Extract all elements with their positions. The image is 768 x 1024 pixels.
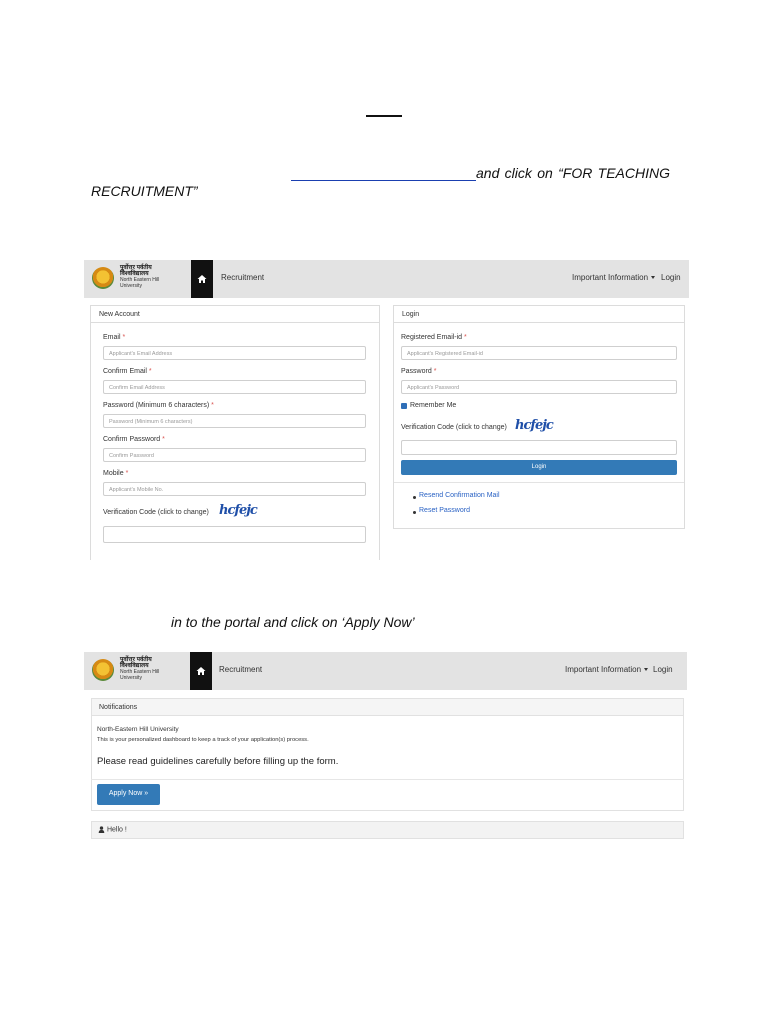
university-logo-text: पूर्वोत्तर पर्वतीय विश्वविद्यालय North E… <box>120 657 160 681</box>
guideline-text: Please read guidelines carefully before … <box>97 756 339 767</box>
nav-login[interactable]: Login <box>661 273 681 282</box>
nav-important-information[interactable]: Important Information <box>565 665 649 674</box>
reset-password-link[interactable]: Reset Password <box>419 507 470 514</box>
home-button[interactable] <box>191 260 213 298</box>
login-button[interactable]: Login <box>401 460 677 475</box>
navbar: पूर्वोत्तर पर्वतीय विश्वविद्यालय North E… <box>84 260 689 298</box>
apply-now-button[interactable]: Apply Now » <box>97 784 160 805</box>
divider <box>394 482 684 483</box>
nav-recruitment[interactable]: Recruitment <box>219 665 262 674</box>
caret-down-icon <box>644 668 649 672</box>
instruction-1: and click on “FOR TEACHING <box>476 165 670 181</box>
instruction-1-continued: RECRUITMENT” <box>91 183 198 199</box>
email-label: Email * <box>103 334 126 341</box>
login-password-input[interactable]: Applicant's Password <box>401 380 677 394</box>
login-heading: Login <box>394 306 684 323</box>
nav-important-information[interactable]: Important Information <box>572 273 656 282</box>
login-screenshot: पूर्वोत्तर पर्वतीय विश्वविद्यालय North E… <box>84 260 689 560</box>
university-seal-icon <box>92 267 114 289</box>
login-password-label: Password * <box>401 368 437 375</box>
dashboard-screenshot: पूर्वोत्तर पर्वतीय विश्वविद्यालय North E… <box>84 652 687 842</box>
confirm-email-input[interactable]: Confirm Email Address <box>103 380 366 394</box>
login-verification-input[interactable] <box>401 440 677 455</box>
university-name: North-Eastern Hill University <box>97 726 179 733</box>
mobile-input[interactable]: Applicant's Mobile No. <box>103 482 366 496</box>
mobile-label: Mobile * <box>103 470 129 477</box>
bullet <box>413 511 416 514</box>
hello-text: Hello ! <box>106 826 127 834</box>
resend-confirmation-link[interactable]: Resend Confirmation Mail <box>419 492 500 499</box>
home-icon <box>196 667 206 675</box>
caret-down-icon <box>651 276 656 280</box>
double-chevron-right-icon: » <box>144 790 149 797</box>
registered-email-input[interactable]: Applicant's Registered Email-id <box>401 346 677 360</box>
confirm-password-label: Confirm Password * <box>103 436 165 443</box>
new-account-panel: New Account Email * Applicant's Email Ad… <box>90 305 380 560</box>
home-icon <box>197 275 207 283</box>
hello-bar: Hello ! <box>91 821 684 839</box>
instruction-2: in to the portal and click on ‘Apply Now… <box>171 614 415 630</box>
divider <box>91 779 684 780</box>
nav-recruitment[interactable]: Recruitment <box>221 273 264 282</box>
nav-login[interactable]: Login <box>653 665 673 674</box>
verification-label: Verification Code (click to change) <box>103 509 209 516</box>
remember-me-label: Remember Me <box>410 402 457 409</box>
login-captcha-image[interactable]: hcfejc <box>515 418 554 433</box>
university-seal-icon <box>92 659 114 681</box>
login-verification-label: Verification Code (click to change) <box>401 424 507 431</box>
navbar: पूर्वोत्तर पर्वतीय विश्वविद्यालय North E… <box>84 652 687 690</box>
captcha-image[interactable]: hcfejc <box>219 503 258 518</box>
remember-me-checkbox[interactable] <box>401 403 407 409</box>
university-logo-text: पूर्वोत्तर पर्वतीय विश्वविद्यालय North E… <box>120 265 160 289</box>
home-button[interactable] <box>190 652 212 690</box>
hyperlink-underline[interactable] <box>291 180 476 181</box>
notifications-heading: Notifications <box>91 698 684 716</box>
confirm-email-label: Confirm Email * <box>103 368 152 375</box>
bullet <box>413 496 416 499</box>
login-panel: Login Registered Email-id * Applicant's … <box>393 305 685 529</box>
email-input[interactable]: Applicant's Email Address <box>103 346 366 360</box>
password-input[interactable]: Password (Minimum 6 characters) <box>103 414 366 428</box>
password-label: Password (Minimum 6 characters) * <box>103 402 214 409</box>
dashboard-description: This is your personalized dashboard to k… <box>97 737 309 743</box>
verification-input[interactable] <box>103 526 366 543</box>
new-account-heading: New Account <box>91 306 379 323</box>
user-icon <box>98 826 105 833</box>
registered-email-label: Registered Email-id * <box>401 334 467 341</box>
confirm-password-input[interactable]: Confirm Password <box>103 448 366 462</box>
title-underline <box>366 115 402 117</box>
